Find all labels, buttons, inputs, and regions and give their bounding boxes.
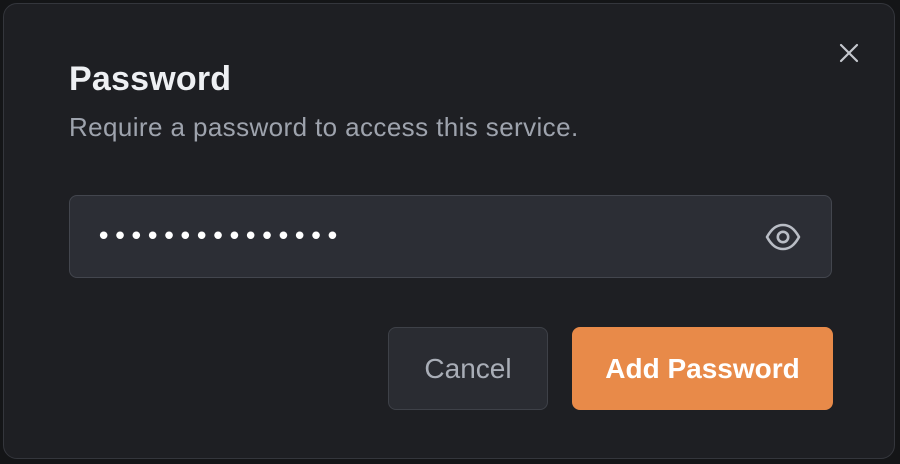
dialog-title: Password bbox=[69, 60, 232, 98]
cancel-button[interactable]: Cancel bbox=[388, 327, 548, 410]
eye-icon bbox=[765, 223, 801, 251]
password-dialog: Password Require a password to access th… bbox=[3, 3, 895, 459]
password-input[interactable] bbox=[96, 196, 736, 277]
password-field bbox=[69, 195, 832, 278]
add-password-button[interactable]: Add Password bbox=[572, 327, 833, 410]
close-icon bbox=[839, 43, 859, 63]
toggle-visibility-button[interactable] bbox=[762, 216, 804, 258]
dialog-subtitle: Require a password to access this servic… bbox=[69, 112, 579, 142]
close-button[interactable] bbox=[830, 34, 868, 72]
